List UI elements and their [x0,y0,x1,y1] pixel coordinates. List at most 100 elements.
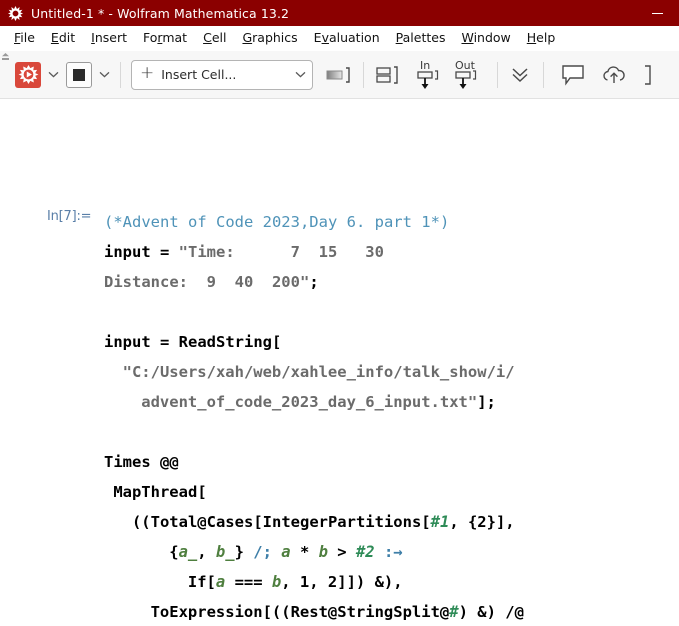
code-token: (( [131,513,151,531]
open-close-all-button[interactable] [505,58,535,92]
cloud-upload-icon [603,65,625,83]
code-line: input = ReadString[ [104,327,524,357]
cell-style-button[interactable] [322,58,356,92]
svg-text:Out: Out [455,59,476,72]
code-line: ((Total@Cases[IntegerPartitions[#1, {2}]… [104,507,524,537]
group-cells-button[interactable] [371,58,405,92]
code-token: === [225,573,272,591]
extra-toolbar-button[interactable] [638,58,658,92]
code-token: } [234,543,254,561]
code-token: input [104,333,151,351]
plus-icon: + [140,63,155,83]
code-token: @ [439,603,450,621]
menu-item-edit[interactable]: Edit [43,26,83,50]
code-line: (*Advent of Code 2023,Day 6. part 1*) [104,207,524,237]
code-token: @ [327,603,338,621]
chevron-down-icon [99,71,110,78]
menu-item-palettes[interactable]: Palettes [388,26,454,50]
publish-to-cloud-button[interactable] [597,58,631,92]
code-token: = [150,243,179,261]
code-token: Cases [206,513,254,531]
code-token: { [169,543,179,561]
menu-item-insert[interactable]: Insert [83,26,135,50]
notebook-canvas[interactable]: In[7]:= (*Advent of Code 2023,Day 6. par… [0,99,679,626]
menu-item-file[interactable]: File [6,26,43,50]
code-token: Distance: 9 40 200" [104,273,310,291]
code-token: ReadString [178,333,272,351]
code-token: /; [253,543,272,561]
menu-item-help[interactable]: Help [519,26,564,50]
toolbar-drag-handle[interactable] [0,51,11,98]
code-token: Rest [290,603,328,621]
double-chevron-down-icon [512,67,528,82]
evaluate-notebook-button[interactable] [11,58,45,92]
code-token: MapThread [113,483,198,501]
speech-bubble-icon [562,64,584,86]
menu-item-cell[interactable]: Cell [195,26,234,50]
code-line: MapThread[ [104,477,524,507]
code-token: [ [197,483,207,501]
code-token: :→ [374,543,403,561]
code-token: b [271,573,282,591]
svg-text:In: In [420,59,430,72]
code-token: [ [206,573,216,591]
toolbar: + Insert Cell... In Out [0,51,679,99]
toolbar-divider [363,61,364,88]
code-token: ; [309,273,319,291]
input-cell-code[interactable]: (*Advent of Code 2023,Day 6. part 1*) inp… [104,207,524,626]
code-token: , 1, 2]]) &), [281,573,403,591]
code-token: * [290,543,319,561]
menu-item-evaluation[interactable]: Evaluation [306,26,388,50]
code-line: advent_of_code_2023_day_6_input.txt"]; [104,387,524,417]
code-token: #1 [430,513,450,531]
abort-dropdown-button[interactable] [96,58,113,92]
code-token: , [197,543,216,561]
toolbar-divider [120,61,121,88]
code-token: ) &) /@ [458,603,524,621]
code-line: Distance: 9 40 200"; [104,267,524,297]
evaluate-dropdown-button[interactable] [45,58,62,92]
code-token: a [215,573,226,591]
menu-item-format[interactable]: Format [135,26,195,50]
code-token: , {2}], [449,513,515,531]
stop-square-icon [66,61,92,88]
toolbar-divider [543,61,544,88]
minimize-icon [651,12,663,14]
minimize-button[interactable] [635,0,679,26]
code-token: StringSplit [337,603,440,621]
cell-bracket-icon [326,66,350,83]
code-token: @@ [150,453,179,471]
code-token: [ [253,513,263,531]
code-token: [(( [262,603,291,621]
abort-evaluation-button[interactable] [62,58,96,92]
menu-bar: File Edit Insert Format Cell Graphics Ev… [0,26,679,51]
code-token: advent_of_code_2023_day_6_input.txt" [141,393,478,411]
title-bar: Untitled-1 * - Wolfram Mathematica 13.2 [0,0,679,26]
insert-cell-label: Insert Cell... [161,67,237,82]
show-output-icon: Out [455,59,477,89]
code-token: = [150,333,179,351]
show-input-button[interactable]: In [410,58,448,92]
comment-button[interactable] [557,58,589,92]
code-token: b_ [215,543,235,561]
input-cell-label: In[7]:= [47,209,92,224]
group-cells-icon [376,65,398,84]
partial-bracket-icon [645,64,651,85]
insert-cell-dropdown[interactable]: + Insert Cell... [131,59,313,90]
code-token: [ [272,333,282,351]
show-output-button[interactable]: Out [448,58,488,92]
code-line: input = "Time: 7 15 30 [104,237,524,267]
code-token: # [449,603,459,621]
code-token: > [327,543,356,561]
code-line: {a_, b_} /; a * b > #2 :→ [104,537,524,567]
code-token: b [318,543,328,561]
code-line: If[a === b, 1, 2]]) &), [104,567,524,597]
code-token: a_ [178,543,198,561]
code-token: If [187,573,207,591]
toolbar-divider [497,61,498,88]
code-token: [ [421,513,431,531]
code-token: Times [104,453,151,471]
menu-item-graphics[interactable]: Graphics [234,26,305,50]
menu-item-window[interactable]: Window [453,26,518,50]
